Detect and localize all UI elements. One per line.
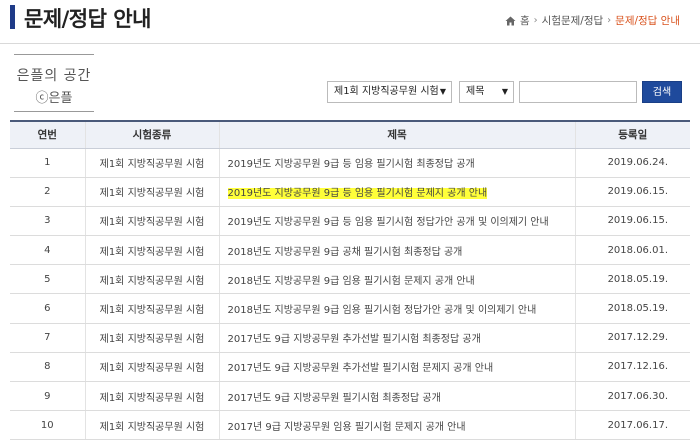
notice-table: 연번 시험종류 제목 등록일 1 제1회 지방직공무원 시험 2019년도 지방… xyxy=(10,120,690,441)
cell-date: 2017.12.29. xyxy=(574,323,690,353)
cell-type: 제1회 지방직공무원 시험 xyxy=(84,410,219,441)
watermark-line1: 은플의 공간 xyxy=(16,68,92,84)
cell-type: 제1회 지방직공무원 시험 xyxy=(84,293,219,324)
caret-down-icon: ▼ xyxy=(501,87,508,96)
table-row[interactable]: 6 제1회 지방직공무원 시험 2018년도 지방공무원 9급 임용 필기시험 … xyxy=(10,293,690,324)
breadcrumb-current: 문제/정답 안내 xyxy=(615,15,680,27)
cell-date: 2018.06.01. xyxy=(574,235,690,266)
cell-title-link[interactable]: 2018년도 지방공무원 9급 임용 필기시험 정답가안 공개 및 이의제기 안… xyxy=(228,305,537,316)
table-row[interactable]: 8 제1회 지방직공무원 시험 2017년도 9급 지방공무원 추가선발 필기시… xyxy=(10,352,690,383)
cell-no: 7 xyxy=(10,323,85,353)
watermark-line2: ⓒ은플 xyxy=(35,91,73,106)
column-header-type: 시험종류 xyxy=(84,120,219,149)
column-header-no: 연번 xyxy=(10,120,85,149)
cell-type: 제1회 지방직공무원 시험 xyxy=(84,323,219,353)
cell-type: 제1회 지방직공무원 시험 xyxy=(84,206,219,237)
title-accent-bar xyxy=(10,5,15,29)
table-row[interactable]: 7 제1회 지방직공무원 시험 2017년도 9급 지방공무원 추가선발 필기시… xyxy=(10,323,690,353)
cell-no: 8 xyxy=(10,352,85,383)
cell-title-link-highlighted[interactable]: 2019년도 지방공무원 9급 등 임용 필기시험 문제지 공개 안내 xyxy=(227,188,488,200)
cell-title-link[interactable]: 2017년도 9급 지방공무원 추가선발 필기시험 최종정답 공개 xyxy=(228,334,481,345)
search-field-select[interactable]: 제목 ▼ xyxy=(459,81,514,103)
home-icon[interactable] xyxy=(505,16,516,26)
search-button[interactable]: 검색 xyxy=(642,81,682,103)
cell-type: 제1회 지방직공무원 시험 xyxy=(84,352,219,383)
cell-title-link[interactable]: 2019년도 지방공무원 9급 등 임용 필기시험 정답가안 공개 및 이의제기… xyxy=(228,217,549,228)
cell-type: 제1회 지방직공무원 시험 xyxy=(84,235,219,266)
cell-type: 제1회 지방직공무원 시험 xyxy=(84,148,219,178)
table-row[interactable]: 5 제1회 지방직공무원 시험 2018년도 지방공무원 9급 임용 필기시험 … xyxy=(10,264,690,295)
breadcrumb-section[interactable]: 시험문제/정답 xyxy=(542,13,604,28)
caret-down-icon: ▼ xyxy=(439,87,446,96)
cell-date: 2019.06.15. xyxy=(574,206,690,237)
cell-title-link[interactable]: 2017년 9급 지방공무원 임용 필기시험 문제지 공개 안내 xyxy=(228,422,466,433)
search-field-value: 제목 xyxy=(466,86,485,97)
cell-no: 5 xyxy=(10,264,85,295)
exam-type-select[interactable]: 제1회 지방직공무원 시험 ▼ xyxy=(327,81,452,103)
cell-title-link[interactable]: 2017년도 9급 지방공무원 필기시험 최종정답 공개 xyxy=(228,393,441,404)
column-header-title: 제목 xyxy=(218,120,575,149)
cell-date: 2019.06.24. xyxy=(574,148,690,178)
cell-no: 10 xyxy=(10,410,85,441)
exam-type-value: 제1회 지방직공무원 시험 xyxy=(334,86,439,97)
cell-date: 2018.05.19. xyxy=(574,264,690,295)
column-header-date: 등록일 xyxy=(574,120,690,149)
watermark-logo: 은플의 공간 ⓒ은플 xyxy=(14,54,94,112)
search-input[interactable] xyxy=(519,81,637,103)
cell-no: 1 xyxy=(10,148,85,178)
chevron-right-icon: › xyxy=(533,15,538,26)
cell-type: 제1회 지방직공무원 시험 xyxy=(84,264,219,295)
table-header-row: 연번 시험종류 제목 등록일 xyxy=(10,120,690,149)
cell-no: 9 xyxy=(10,381,85,412)
cell-date: 2018.05.19. xyxy=(574,293,690,324)
page-header: 문제/정답 안내 홈 › 시험문제/정답 › 문제/정답 안내 xyxy=(0,0,700,44)
cell-title-link[interactable]: 2017년도 9급 지방공무원 추가선발 필기시험 문제지 공개 안내 xyxy=(228,363,494,374)
cell-no: 2 xyxy=(10,177,85,207)
cell-date: 2019.06.15. xyxy=(574,177,690,207)
cell-title-link[interactable]: 2019년도 지방공무원 9급 등 임용 필기시험 최종정답 공개 xyxy=(228,159,475,170)
cell-title-link[interactable]: 2018년도 지방공무원 9급 공채 필기시험 최종정답 공개 xyxy=(228,247,463,258)
cell-title-link[interactable]: 2018년도 지방공무원 9급 임용 필기시험 문제지 공개 안내 xyxy=(228,276,475,287)
table-row[interactable]: 3 제1회 지방직공무원 시험 2019년도 지방공무원 9급 등 임용 필기시… xyxy=(10,206,690,237)
breadcrumb: 홈 › 시험문제/정답 › 문제/정답 안내 xyxy=(505,13,680,28)
cell-no: 3 xyxy=(10,206,85,237)
table-row[interactable]: 10 제1회 지방직공무원 시험 2017년 9급 지방공무원 임용 필기시험 … xyxy=(10,410,690,441)
cell-no: 4 xyxy=(10,235,85,266)
cell-type: 제1회 지방직공무원 시험 xyxy=(84,381,219,412)
cell-no: 6 xyxy=(10,293,85,324)
cell-date: 2017.06.17. xyxy=(574,410,690,441)
table-row[interactable]: 2 제1회 지방직공무원 시험 2019년도 지방공무원 9급 등 임용 필기시… xyxy=(10,177,690,207)
table-row[interactable]: 9 제1회 지방직공무원 시험 2017년도 9급 지방공무원 필기시험 최종정… xyxy=(10,381,690,412)
chevron-right-icon: › xyxy=(607,15,612,26)
table-row[interactable]: 1 제1회 지방직공무원 시험 2019년도 지방공무원 9급 등 임용 필기시… xyxy=(10,148,690,178)
page-title: 문제/정답 안내 xyxy=(24,7,151,31)
cell-date: 2017.12.16. xyxy=(574,352,690,383)
table-row[interactable]: 4 제1회 지방직공무원 시험 2018년도 지방공무원 9급 공채 필기시험 … xyxy=(10,235,690,266)
cell-date: 2017.06.30. xyxy=(574,381,690,412)
cell-type: 제1회 지방직공무원 시험 xyxy=(84,177,219,207)
breadcrumb-home[interactable]: 홈 xyxy=(520,13,530,28)
